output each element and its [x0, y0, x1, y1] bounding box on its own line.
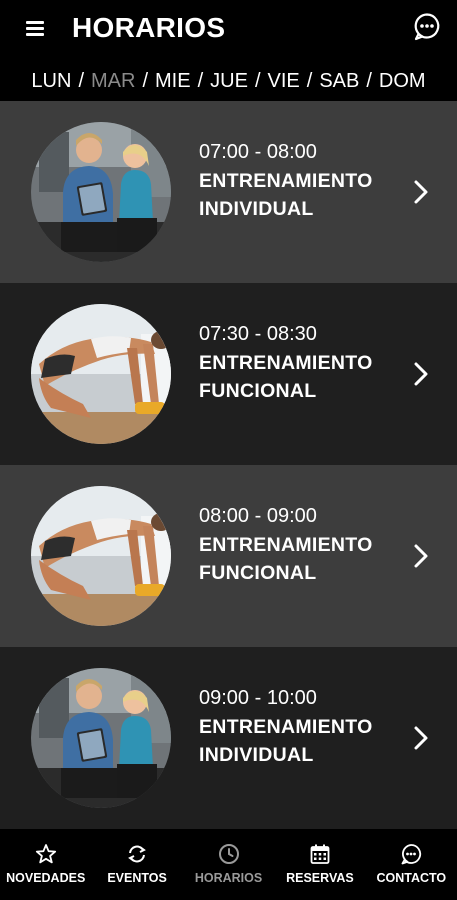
- nav-item-contacto[interactable]: CONTACTO: [366, 830, 457, 900]
- day-separator: /: [254, 69, 261, 92]
- chat-bubble-icon[interactable]: [413, 12, 441, 42]
- woman-pushup-photo: [31, 304, 171, 444]
- day-separator: /: [306, 69, 313, 92]
- trainer-couple-photo: [31, 668, 171, 808]
- schedule-item[interactable]: 08:00 - 09:00 ENTRENAMIENTO FUNCIONAL: [0, 465, 457, 647]
- day-tab-vie[interactable]: VIE: [268, 70, 300, 93]
- calendar-icon: [309, 843, 331, 865]
- nav-label: RESERVAS: [286, 871, 354, 885]
- chevron-right-icon: [413, 725, 429, 751]
- day-tab-jue[interactable]: JUE: [210, 70, 248, 93]
- class-name: ENTRENAMIENTO FUNCIONAL: [199, 352, 373, 402]
- trainer-couple-photo: [31, 122, 171, 262]
- class-name: ENTRENAMIENTO FUNCIONAL: [199, 534, 373, 584]
- schedule-item[interactable]: 09:00 - 10:00 ENTRENAMIENTO INDIVIDUAL: [0, 647, 457, 829]
- day-tab-dom[interactable]: DOM: [379, 70, 426, 93]
- nav-item-reservas[interactable]: RESERVAS: [274, 830, 365, 900]
- class-time: 07:00 - 08:00: [199, 141, 317, 163]
- nav-label: NOVEDADES: [6, 871, 86, 885]
- day-separator: /: [78, 69, 84, 92]
- nav-label: CONTACTO: [376, 871, 447, 885]
- class-name: ENTRENAMIENTO INDIVIDUAL: [199, 716, 373, 766]
- hamburger-menu-icon[interactable]: [22, 16, 50, 40]
- chat-bubble-icon: [400, 843, 422, 865]
- class-name: ENTRENAMIENTO INDIVIDUAL: [199, 170, 373, 220]
- clock-icon: [218, 843, 240, 865]
- schedule-list: 07:00 - 08:00 ENTRENAMIENTO INDIVIDUAL 07…: [0, 101, 457, 830]
- class-time: 09:00 - 10:00: [199, 687, 317, 709]
- bottom-navigation: NOVEDADES EVENTOS HORARIOS RESERVAS CONTACTO: [0, 830, 457, 900]
- schedule-item[interactable]: 07:30 - 08:30 ENTRENAMIENTO FUNCIONAL: [0, 283, 457, 465]
- app-header: HORARIOS: [0, 0, 457, 56]
- nav-item-horarios[interactable]: HORARIOS: [183, 830, 274, 900]
- nav-item-novedades[interactable]: NOVEDADES: [0, 830, 91, 900]
- woman-pushup-photo: [31, 486, 171, 626]
- day-separator: /: [197, 69, 204, 92]
- day-separator: /: [366, 69, 372, 92]
- chevron-right-icon: [413, 179, 429, 205]
- schedule-item[interactable]: 07:00 - 08:00 ENTRENAMIENTO INDIVIDUAL: [0, 101, 457, 283]
- chevron-right-icon: [413, 361, 429, 387]
- day-tab-mar[interactable]: MAR: [91, 70, 135, 93]
- chevron-right-icon: [413, 543, 429, 569]
- class-time: 08:00 - 09:00: [199, 505, 317, 527]
- day-tab-sab[interactable]: SAB: [319, 70, 359, 93]
- day-tab-lun[interactable]: LUN: [31, 70, 71, 93]
- class-time: 07:30 - 08:30: [199, 323, 317, 345]
- star-icon: [35, 843, 57, 865]
- day-separator: /: [142, 69, 149, 92]
- refresh-icon: [126, 843, 148, 865]
- page-title: HORARIOS: [72, 12, 226, 43]
- day-tab-mie[interactable]: MIE: [155, 70, 191, 93]
- day-selector: LUN / MAR / MIE / JUE / VIE / SAB / DOM: [0, 62, 457, 100]
- nav-item-eventos[interactable]: EVENTOS: [91, 830, 182, 900]
- nav-label: EVENTOS: [107, 871, 167, 885]
- nav-label: HORARIOS: [194, 871, 263, 885]
